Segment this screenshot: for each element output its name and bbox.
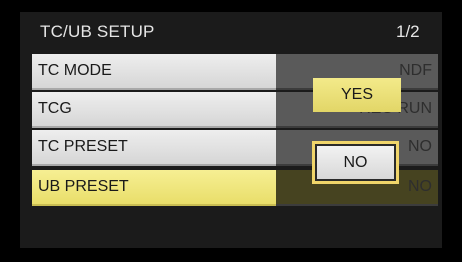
menu-item-label: TC MODE	[38, 62, 112, 79]
no-button-focus-frame: NO	[312, 141, 399, 184]
yes-button[interactable]: YES	[313, 78, 401, 112]
menu-item-value: NO	[408, 178, 432, 195]
menu-item-value: NO	[408, 138, 432, 155]
menu-item-label-cell: TC PRESET	[32, 130, 276, 166]
menu-item-value: NDF	[399, 62, 432, 79]
menu-item-label: TCG	[38, 100, 72, 117]
menu-item-label-cell: UB PRESET	[32, 170, 276, 206]
menu-item-label-cell: TCG	[32, 92, 276, 128]
menu-item-label-cell: TC MODE	[32, 54, 276, 90]
menu-item-label: TC PRESET	[38, 138, 128, 155]
page-indicator: 1/2	[396, 22, 420, 41]
screen: TC/UB SETUP 1/2 TC MODE NDF TCG REC RUN …	[0, 0, 462, 262]
menu-item-label: UB PRESET	[38, 178, 129, 195]
no-button[interactable]: NO	[317, 146, 394, 179]
page-title: TC/UB SETUP	[40, 22, 155, 41]
